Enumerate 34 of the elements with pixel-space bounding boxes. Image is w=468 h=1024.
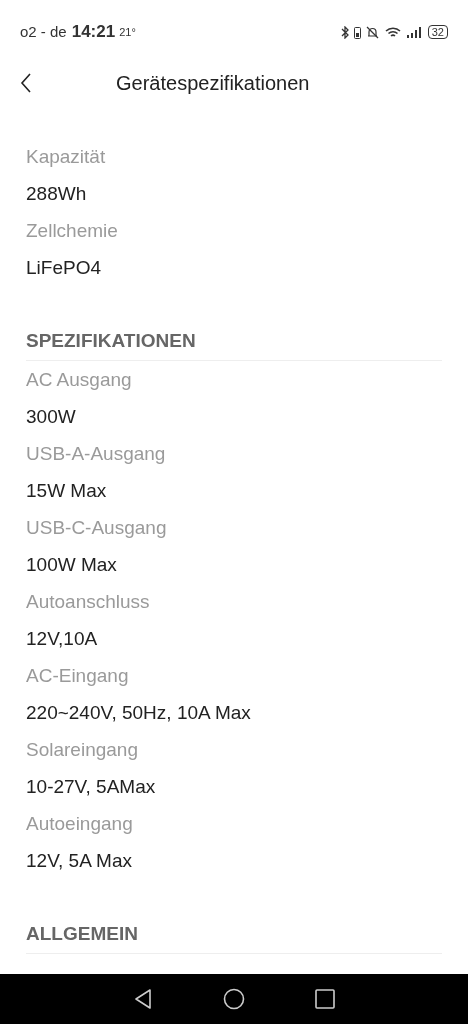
spec-value: 288Wh [26, 182, 88, 206]
spec-value: 12V, 5A Max [26, 849, 133, 873]
temperature-text: 21° [119, 24, 136, 40]
spec-value: 100W Max [26, 553, 118, 577]
section-heading: ALLGEMEIN [26, 922, 139, 946]
home-icon[interactable] [223, 988, 245, 1010]
section-heading: SPEZIFIKATIONEN [26, 329, 197, 353]
recents-icon[interactable] [315, 989, 335, 1009]
spec-label: AC Ausgang [26, 368, 133, 392]
spec-label: Autoanschluss [26, 590, 151, 614]
spec-value: LiFePO4 [26, 256, 102, 280]
back-icon[interactable] [20, 73, 32, 93]
signal-icon [406, 26, 423, 38]
spec-label: USB-A-Ausgang [26, 442, 167, 466]
carrier-text: o2 - de [20, 21, 67, 42]
page-title: Gerätespezifikationen [116, 71, 310, 96]
spec-value: 15W Max [26, 479, 108, 503]
battery-saver-icon [353, 25, 361, 39]
battery-indicator: 32 [427, 25, 448, 39]
spec-label: Autoeingang [26, 812, 134, 836]
spec-label: Kapazität [26, 145, 107, 169]
back-icon[interactable] [133, 988, 153, 1010]
muted-bell-icon [365, 25, 379, 39]
spec-value: 220~240V, 50Hz, 10A Max [26, 701, 252, 725]
clock-text: 14:21 [71, 21, 116, 44]
spec-label: AC-Eingang [26, 664, 130, 688]
spec-value: 10-27V, 5AMax [26, 775, 157, 799]
spec-value: 12V,10A [26, 627, 99, 651]
spec-label: USB-C-Ausgang [26, 516, 168, 540]
bluetooth-icon [340, 25, 349, 39]
wifi-icon [383, 25, 402, 39]
spec-label: Solareingang [26, 738, 139, 762]
spec-label: Zellchemie [26, 219, 119, 243]
spec-value: 300W [26, 405, 77, 429]
